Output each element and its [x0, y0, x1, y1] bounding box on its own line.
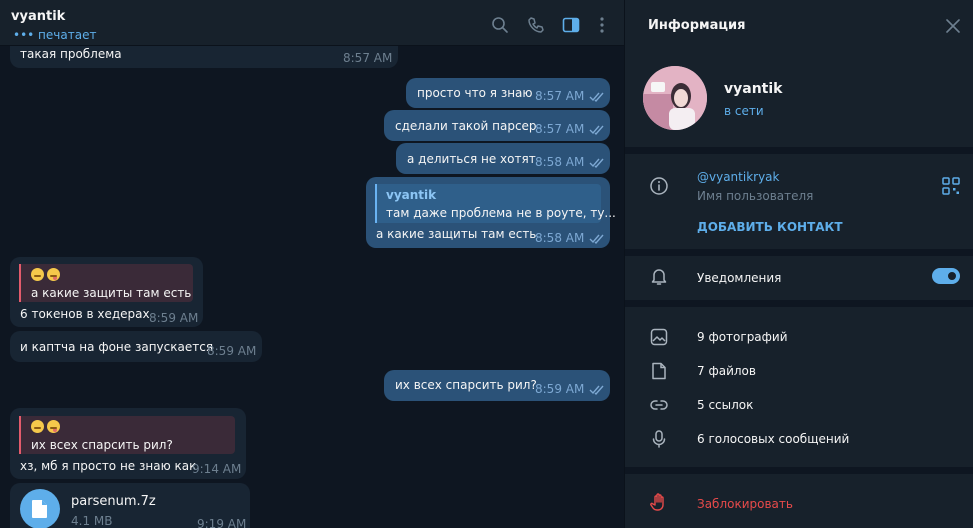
more-vertical-icon[interactable]: [593, 16, 611, 34]
message-time: 8:57 AM: [535, 89, 585, 103]
media-files[interactable]: 7 файлов: [697, 364, 756, 378]
chat-area: такая проблема 8:57 AM просто что я знаю…: [0, 0, 624, 528]
read-checks-icon: [589, 92, 604, 102]
message-text: просто что я знаю: [417, 86, 533, 100]
document-icon: [32, 500, 47, 518]
message-time: 9:14 AM: [192, 462, 242, 476]
qr-code-icon[interactable]: [941, 176, 961, 196]
message-outgoing[interactable]: сделали такой парсер 8:57 AM: [384, 110, 610, 141]
reply-quote[interactable]: их всех спарсить рил?: [19, 416, 235, 454]
username-link[interactable]: @vyantikryak: [697, 170, 780, 184]
read-checks-icon: [589, 234, 604, 244]
reply-quote[interactable]: а какие защиты там есть: [19, 264, 193, 302]
username-caption: Имя пользователя: [697, 189, 814, 203]
file-name: parsenum.7z: [71, 494, 156, 509]
notifications-toggle[interactable]: [932, 268, 960, 284]
typing-status: ••• печатает: [13, 28, 97, 42]
message-time: 9:19 AM: [197, 517, 247, 528]
divider: [625, 467, 973, 474]
grimace-emoji-icon: [31, 268, 44, 281]
message-incoming[interactable]: и каптча на фоне запускается 8:59 AM: [10, 331, 262, 362]
phone-icon[interactable]: [527, 16, 545, 34]
chat-title[interactable]: vyantik: [11, 9, 65, 24]
message-time: 8:59 AM: [535, 382, 585, 396]
message-text: хз, мб я просто не знаю как: [20, 459, 197, 473]
message-time: 8:57 AM: [535, 122, 585, 136]
info-icon: [649, 176, 669, 196]
message-time: 8:59 AM: [207, 344, 257, 358]
message-text: и каптча на фоне запускается: [20, 340, 214, 354]
notifications-label[interactable]: Уведомления: [697, 271, 781, 285]
tongue-emoji-icon: [47, 420, 60, 433]
message-text: такая проблема: [20, 47, 122, 61]
message-file[interactable]: parsenum.7z 4.1 MB 9:19 AM: [10, 483, 250, 528]
info-panel: Информация vyantik в сети @vyantikryak И…: [624, 0, 973, 528]
message-outgoing-reply[interactable]: vyantik там даже проблема не в роуте, ту…: [366, 177, 616, 248]
divider: [625, 249, 973, 256]
file-size: 4.1 MB: [71, 514, 113, 528]
message-incoming-reply[interactable]: их всех спарсить рил? хз, мб я просто не…: [10, 408, 246, 479]
sidebar-toggle-icon[interactable]: [562, 16, 580, 34]
profile-name: vyantik: [724, 81, 783, 97]
avatar[interactable]: [643, 66, 707, 130]
message-list[interactable]: такая проблема 8:57 AM просто что я знаю…: [0, 0, 624, 528]
grimace-emoji-icon: [31, 420, 44, 433]
telegram-window: такая проблема 8:57 AM просто что я знаю…: [0, 0, 973, 528]
toggle-knob: [946, 270, 958, 282]
block-user-button[interactable]: Заблокировать: [697, 497, 793, 511]
chat-header: vyantik ••• печатает: [0, 0, 624, 46]
message-incoming-reply[interactable]: а какие защиты там есть 6 токенов в хеде…: [10, 257, 203, 327]
message-text: их всех спарсить рил?: [395, 378, 537, 392]
read-checks-icon: [589, 385, 604, 395]
block-hand-icon: [649, 492, 669, 512]
file-download-icon[interactable]: [20, 489, 60, 528]
message-text: а какие защиты там есть: [376, 227, 537, 241]
add-contact-button[interactable]: ДОБАВИТЬ КОНТАКТ: [697, 220, 843, 234]
photo-icon: [649, 327, 669, 347]
microphone-icon: [649, 429, 669, 449]
bell-icon: [649, 266, 669, 286]
message-outgoing[interactable]: просто что я знаю 8:57 AM: [406, 78, 610, 108]
message-time: 8:58 AM: [535, 155, 585, 169]
media-links[interactable]: 5 ссылок: [697, 398, 753, 412]
message-time: 8:58 AM: [535, 231, 585, 245]
divider: [625, 300, 973, 307]
message-time: 8:59 AM: [149, 311, 199, 325]
online-status: в сети: [724, 104, 764, 118]
reply-text: их всех спарсить рил?: [31, 438, 173, 452]
file-icon: [649, 361, 669, 381]
divider: [625, 147, 973, 154]
search-icon[interactable]: [491, 16, 509, 34]
read-checks-icon: [589, 158, 604, 168]
tongue-emoji-icon: [47, 268, 60, 281]
media-photos[interactable]: 9 фотографий: [697, 330, 788, 344]
close-icon[interactable]: [946, 19, 960, 33]
info-panel-title: Информация: [648, 18, 746, 33]
avatar-photo: [643, 66, 707, 130]
message-text: сделали такой парсер: [395, 119, 537, 133]
reply-quote[interactable]: vyantik там даже проблема не в роуте, ту…: [375, 184, 616, 223]
message-text: 6 токенов в хедерах: [20, 307, 150, 321]
reply-text: там даже проблема не в роуте, ту...: [386, 206, 616, 220]
media-voice[interactable]: 6 голосовых сообщений: [697, 432, 849, 446]
message-outgoing[interactable]: а делиться не хотят 8:58 AM: [396, 143, 610, 174]
message-time: 8:57 AM: [343, 51, 393, 65]
message-outgoing[interactable]: их всех спарсить рил? 8:59 AM: [384, 370, 610, 401]
link-icon: [649, 395, 669, 415]
reply-text: а какие защиты там есть: [31, 286, 192, 300]
message-text: а делиться не хотят: [407, 152, 536, 166]
reply-author: vyantik: [386, 188, 437, 202]
read-checks-icon: [589, 125, 604, 135]
